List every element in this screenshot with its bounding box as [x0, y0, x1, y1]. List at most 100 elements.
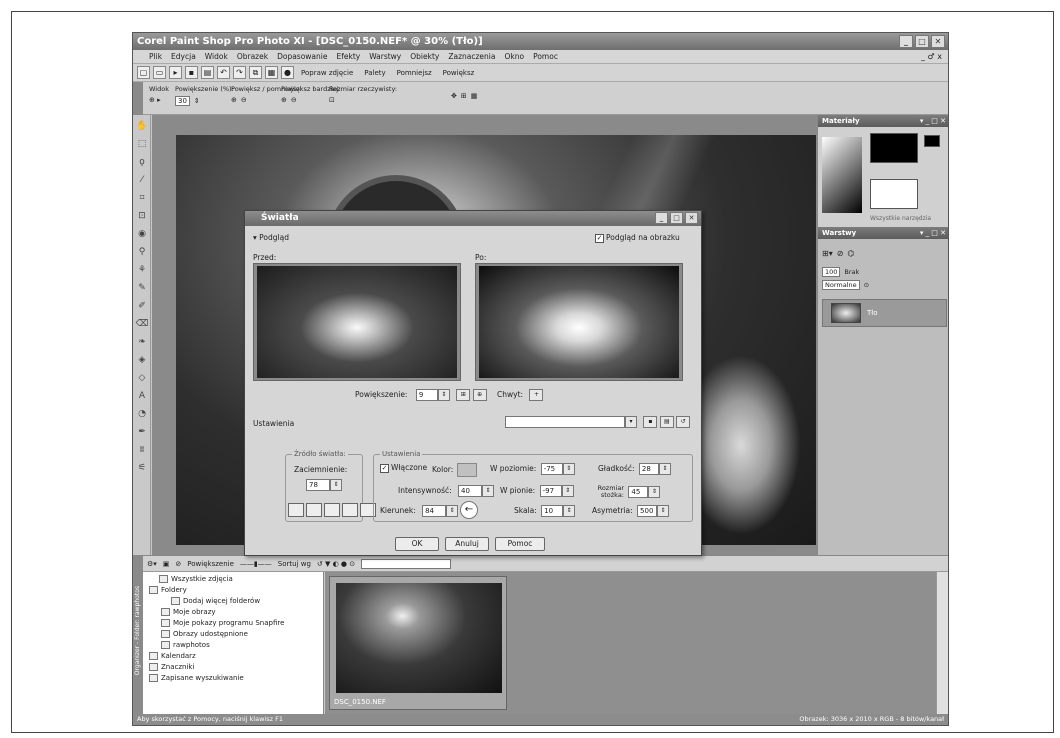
- clone-tool-icon[interactable]: ⚘: [135, 263, 149, 277]
- color-swatch[interactable]: [457, 463, 478, 477]
- vertical-field[interactable]: -97: [539, 485, 562, 497]
- reset-preset-icon[interactable]: ↺: [676, 416, 691, 428]
- light-3-button[interactable]: [324, 503, 340, 517]
- thumbnail-card[interactable]: DSC_0150.NEF: [329, 576, 507, 710]
- tree-item[interactable]: Kalendarz: [143, 651, 323, 662]
- menu-obrazek[interactable]: Obrazek: [237, 50, 268, 63]
- move-tool-icon[interactable]: ⊡: [135, 209, 149, 223]
- tree-item[interactable]: Moje obrazy: [143, 607, 323, 618]
- paste-icon[interactable]: ▦: [265, 66, 278, 79]
- cone-size-field[interactable]: 45: [628, 486, 649, 498]
- tree-item[interactable]: Obrazy udostępnione: [143, 629, 323, 640]
- eraser-tool-icon[interactable]: ⌫: [135, 317, 149, 331]
- layer-row-tlo[interactable]: Tło: [822, 299, 947, 327]
- powieksz-button[interactable]: Powiększ: [443, 69, 475, 77]
- new-file-icon[interactable]: ▢: [137, 66, 150, 79]
- dodge-tool-icon[interactable]: ✐: [135, 299, 149, 313]
- scale-spin[interactable]: ⇕: [563, 505, 576, 517]
- menu-pomoc[interactable]: Pomoc: [533, 50, 558, 63]
- zoom-preset-icon[interactable]: ⊕ ▸: [149, 96, 161, 104]
- fit-preview-icon[interactable]: ⊞: [456, 389, 471, 401]
- red-eye-tool-icon[interactable]: ◉: [135, 227, 149, 241]
- tree-item[interactable]: Znaczniki: [143, 662, 323, 673]
- direction-spin[interactable]: ⇕: [446, 505, 459, 517]
- spin-icon[interactable]: ⇕: [194, 97, 200, 105]
- dialog-minimize-button[interactable]: _: [655, 212, 668, 224]
- menu-efekty[interactable]: Efekty: [336, 50, 360, 63]
- crop-tool-icon[interactable]: ⌗: [135, 191, 149, 205]
- zoom-in-icon[interactable]: ⊕: [231, 96, 237, 104]
- preset-select[interactable]: [505, 416, 625, 428]
- tree-item[interactable]: Zapisane wyszukiwanie: [143, 673, 323, 684]
- menu-plik[interactable]: Plik: [149, 50, 162, 63]
- dialog-maximize-button[interactable]: □: [670, 212, 683, 224]
- undo-icon[interactable]: ↶: [217, 66, 230, 79]
- zoom-preview-icon[interactable]: ⊕: [472, 389, 487, 401]
- tree-item[interactable]: Moje pokazy programu Snapfire: [143, 618, 323, 629]
- organizer-sort-button[interactable]: Sortuj wg: [278, 560, 311, 568]
- menu-widok[interactable]: Widok: [205, 50, 228, 63]
- enabled-checkbox[interactable]: ✓: [380, 463, 389, 473]
- horizontal-spin[interactable]: ⇕: [562, 463, 575, 475]
- cancel-button[interactable]: Anuluj: [445, 537, 489, 551]
- airbrush-tool-icon[interactable]: ⚟: [135, 461, 149, 475]
- makeover-tool-icon[interactable]: ⚲: [135, 245, 149, 259]
- cone-size-spin[interactable]: ⇕: [648, 486, 661, 498]
- options-grip[interactable]: [133, 82, 143, 115]
- organizer-search-icon[interactable]: ⊘: [175, 560, 181, 568]
- zoom-field[interactable]: 9: [415, 389, 438, 401]
- copy-icon[interactable]: ⧉: [249, 66, 262, 79]
- redo-icon[interactable]: ↷: [233, 66, 246, 79]
- menu-dopasowanie[interactable]: Dopasowanie: [277, 50, 327, 63]
- lock-icon[interactable]: ⊙: [864, 281, 869, 289]
- darkening-spin[interactable]: ⇕: [330, 479, 342, 491]
- mask-icon[interactable]: ⌬: [847, 249, 854, 258]
- menu-obiekty[interactable]: Obiekty: [410, 50, 439, 63]
- selection-tool-icon[interactable]: ⬚: [135, 137, 149, 151]
- lasso-tool-icon[interactable]: ϙ: [135, 155, 149, 169]
- shape-tool-icon[interactable]: ◇: [135, 371, 149, 385]
- preset-shape-tool-icon[interactable]: ◔: [135, 407, 149, 421]
- tree-item[interactable]: Dodaj więcej folderów: [143, 596, 323, 607]
- preview-toggle[interactable]: ▾ Podgląd: [253, 233, 289, 242]
- tree-item[interactable]: Wszystkie zdjęcia: [143, 574, 323, 585]
- minimize-button[interactable]: _: [899, 35, 913, 48]
- organizer-view-icon[interactable]: ▣: [163, 560, 170, 568]
- grab-icon[interactable]: +: [529, 389, 544, 401]
- delete-layer-icon[interactable]: ⊘: [837, 249, 844, 258]
- organizer-zoom-slider[interactable]: ——▮——: [240, 560, 272, 568]
- blur-tool-icon[interactable]: ❧: [135, 335, 149, 349]
- dropper-tool-icon[interactable]: ⁄: [135, 173, 149, 187]
- organizer-actions-icons[interactable]: ↺ ▼ ◐ ● ⊙: [317, 560, 355, 568]
- close-button[interactable]: ✕: [931, 35, 945, 48]
- direction-field[interactable]: 84: [422, 505, 447, 517]
- before-preview[interactable]: [253, 263, 461, 381]
- ok-button[interactable]: OK: [395, 537, 439, 551]
- darkening-field[interactable]: 78: [306, 479, 330, 491]
- asymmetry-field[interactable]: 500: [637, 505, 658, 517]
- palety-button[interactable]: Palety: [364, 69, 385, 77]
- intensity-field[interactable]: 40: [458, 485, 483, 497]
- powiekszenie-input[interactable]: 30: [175, 96, 190, 106]
- direction-dial[interactable]: ←: [460, 501, 478, 519]
- fill-tool-icon[interactable]: ◈: [135, 353, 149, 367]
- mdi-controls[interactable]: _ ♂ x: [921, 50, 942, 64]
- zoom-spin[interactable]: ⇕: [437, 389, 450, 401]
- smoothness-field[interactable]: 28: [638, 463, 659, 475]
- zoom-out-icon[interactable]: ⊖: [241, 96, 247, 104]
- save-icon[interactable]: ▪: [185, 66, 198, 79]
- move-icon[interactable]: ✥: [451, 92, 457, 100]
- actual-size-icon[interactable]: ⊡: [329, 96, 335, 104]
- layers-palette-controls[interactable]: ▾ _ □ ✕: [920, 227, 946, 239]
- dialog-close-button[interactable]: ✕: [685, 212, 698, 224]
- open-file-icon[interactable]: ▭: [153, 66, 166, 79]
- tree-item[interactable]: rawphotos: [143, 640, 323, 651]
- smoothness-spin[interactable]: ⇕: [658, 463, 671, 475]
- menu-okno[interactable]: Okno: [504, 50, 524, 63]
- browse-icon[interactable]: ▸: [169, 66, 182, 79]
- background-swatch[interactable]: [870, 179, 918, 209]
- all-tools-checkbox[interactable]: Wszystkie narzędzia: [870, 215, 931, 222]
- preview-on-image-checkbox[interactable]: ✓ Podgląd na obrazku: [595, 233, 680, 243]
- color-picker-gradient[interactable]: [822, 137, 862, 213]
- light-4-button[interactable]: [342, 503, 358, 517]
